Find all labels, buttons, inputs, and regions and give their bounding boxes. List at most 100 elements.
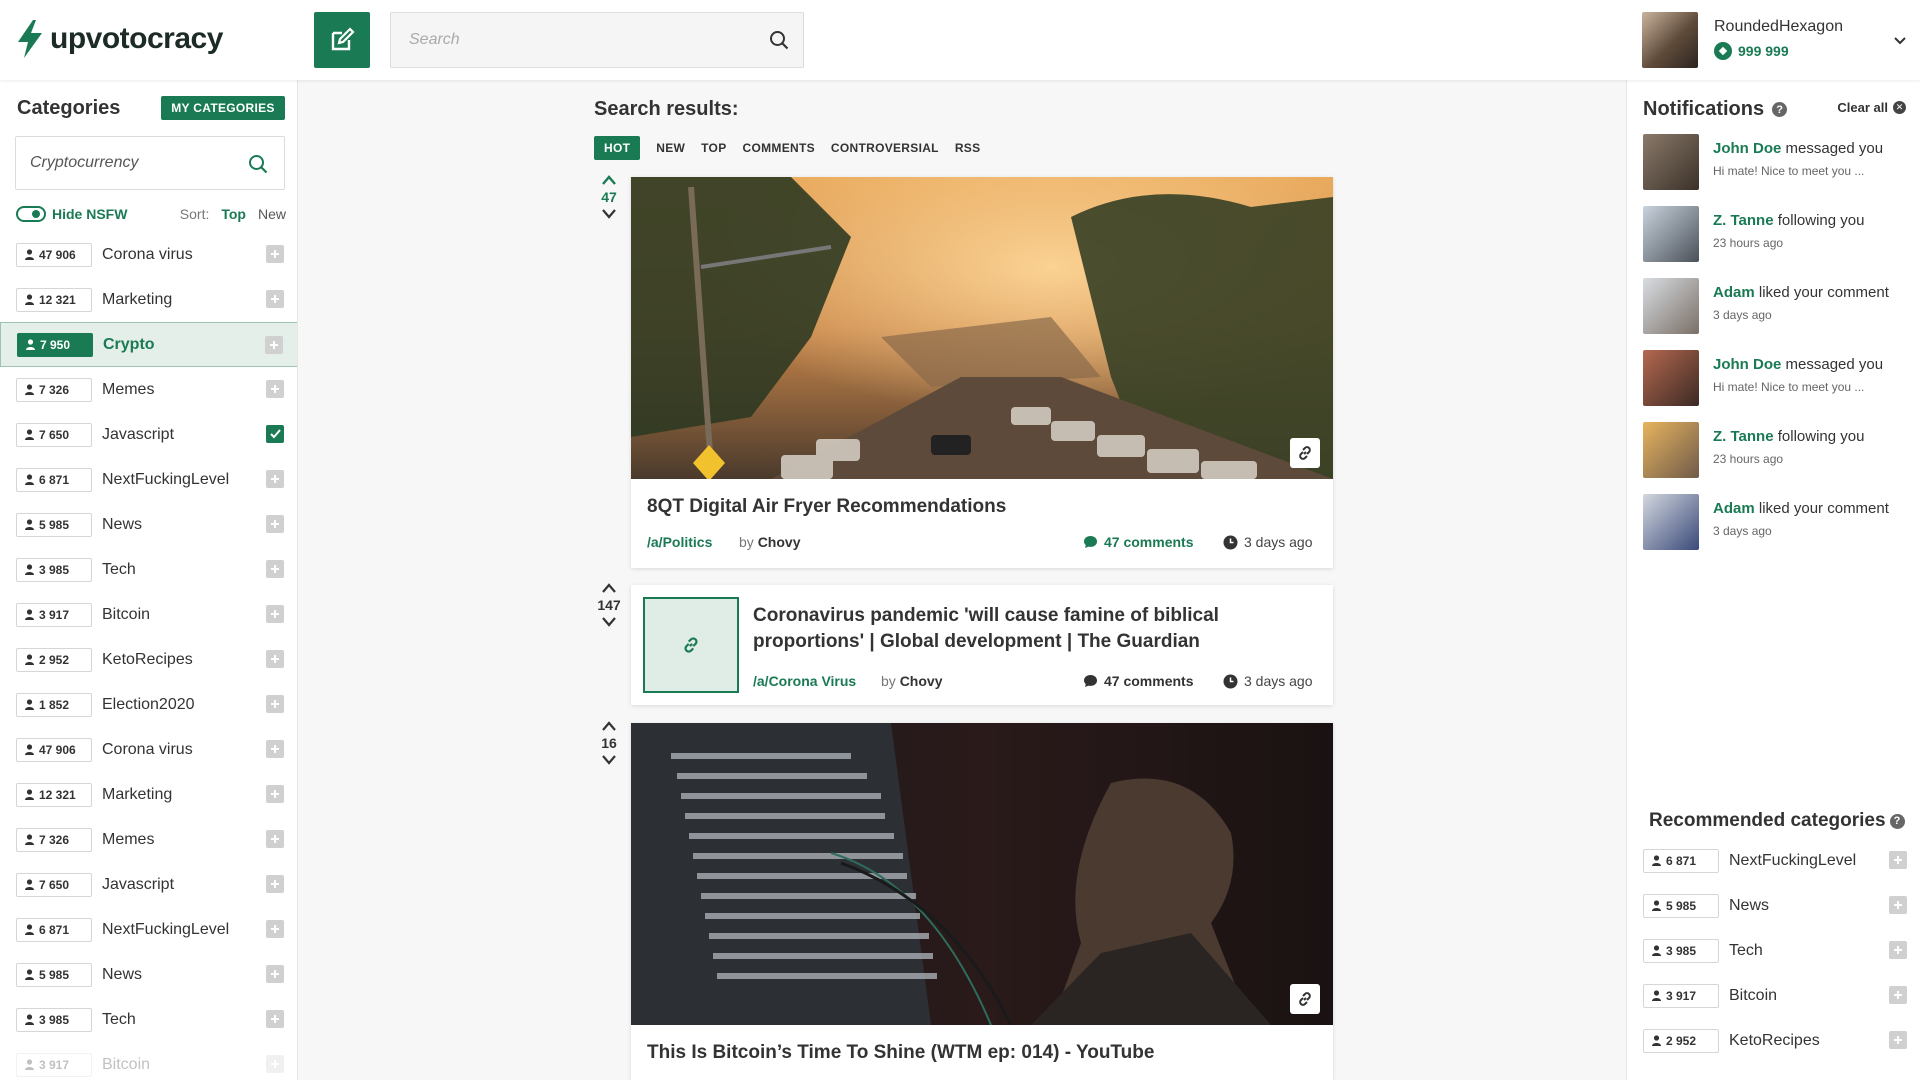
plus-icon[interactable] bbox=[1889, 896, 1907, 914]
tab-rss[interactable]: RSS bbox=[955, 141, 981, 155]
post-card[interactable]: Coronavirus pandemic 'will cause famine … bbox=[631, 585, 1333, 705]
plus-icon[interactable] bbox=[266, 965, 284, 983]
notification-user[interactable]: Z. Tanne bbox=[1713, 212, 1774, 229]
plus-icon[interactable] bbox=[1889, 1031, 1907, 1049]
category-name[interactable]: NextFuckingLevel bbox=[102, 921, 229, 939]
plus-icon[interactable] bbox=[266, 650, 284, 668]
category-name[interactable]: KetoRecipes bbox=[102, 651, 193, 669]
category-item[interactable]: 5 985 News bbox=[0, 502, 297, 547]
category-item[interactable]: 47 906 Corona virus bbox=[0, 232, 297, 277]
plus-icon[interactable] bbox=[266, 920, 284, 938]
tab-hot[interactable]: HOT bbox=[594, 136, 641, 160]
post-card[interactable]: This Is Bitcoin’s Time To Shine (WTM ep:… bbox=[631, 723, 1333, 1080]
category-item[interactable]: 6 871 NextFuckingLevel bbox=[0, 907, 297, 952]
link-thumbnail[interactable] bbox=[643, 597, 739, 693]
downvote-icon[interactable] bbox=[601, 208, 617, 220]
category-item[interactable]: 7 326 Memes bbox=[0, 817, 297, 862]
author-name[interactable]: Chovy bbox=[900, 673, 943, 689]
category-item[interactable]: 47 906 Corona virus bbox=[0, 727, 297, 772]
category-name[interactable]: Marketing bbox=[102, 291, 172, 309]
category-item[interactable]: 7 650 Javascript bbox=[0, 412, 297, 457]
category-name[interactable]: Javascript bbox=[102, 426, 174, 444]
avatar[interactable] bbox=[1643, 134, 1699, 190]
tab-comments[interactable]: COMMENTS bbox=[743, 141, 815, 155]
notification-item[interactable]: Adam liked your comment 3 days ago bbox=[1643, 494, 1913, 552]
category-name[interactable]: Memes bbox=[102, 831, 154, 849]
post-title-line-2[interactable]: proportions' | Global development | The … bbox=[753, 629, 1200, 655]
avatar[interactable] bbox=[1643, 350, 1699, 406]
plus-icon[interactable] bbox=[266, 785, 284, 803]
upvote-icon[interactable] bbox=[601, 720, 617, 732]
category-name[interactable]: NextFuckingLevel bbox=[102, 471, 229, 489]
category-name[interactable]: Corona virus bbox=[102, 246, 193, 264]
category-item[interactable]: 2 952 KetoRecipes bbox=[0, 637, 297, 682]
category-item[interactable]: 3 917 Bitcoin bbox=[0, 592, 297, 637]
category-name[interactable]: Bitcoin bbox=[102, 1056, 150, 1074]
category-search-input[interactable] bbox=[30, 137, 230, 189]
notification-item[interactable]: John Doe messaged you Hi mate! Nice to me… bbox=[1643, 350, 1913, 408]
post-category[interactable]: /a/Corona Virus bbox=[753, 673, 856, 689]
plus-icon[interactable] bbox=[266, 290, 284, 308]
category-item[interactable]: 5 985 News bbox=[0, 952, 297, 997]
user-avatar[interactable] bbox=[1642, 12, 1698, 68]
category-name[interactable]: NextFuckingLevel bbox=[1729, 852, 1856, 870]
upvote-icon[interactable] bbox=[601, 582, 617, 594]
plus-icon[interactable] bbox=[266, 740, 284, 758]
plus-icon[interactable] bbox=[1889, 941, 1907, 959]
notification-item[interactable]: Z. Tanne following you 23 hours ago bbox=[1643, 422, 1913, 480]
post-image[interactable] bbox=[631, 177, 1333, 479]
notification-item[interactable]: Z. Tanne following you 23 hours ago bbox=[1643, 206, 1913, 264]
plus-icon[interactable] bbox=[266, 515, 284, 533]
category-name[interactable]: Election2020 bbox=[102, 696, 195, 714]
category-name[interactable]: Tech bbox=[102, 561, 136, 579]
category-name[interactable]: Marketing bbox=[102, 786, 172, 804]
category-item[interactable]: 7 950 Crypto bbox=[0, 322, 297, 367]
category-item[interactable]: 1 852 Election2020 bbox=[0, 682, 297, 727]
category-item[interactable]: 7 326 Memes bbox=[0, 367, 297, 412]
downvote-icon[interactable] bbox=[601, 754, 617, 766]
new-post-button[interactable] bbox=[314, 12, 370, 68]
notification-user[interactable]: Adam bbox=[1713, 500, 1755, 517]
plus-icon[interactable] bbox=[266, 1010, 284, 1028]
sort-new[interactable]: New bbox=[258, 206, 286, 222]
category-name[interactable]: Memes bbox=[102, 381, 154, 399]
notification-item[interactable]: Adam liked your comment 3 days ago bbox=[1643, 278, 1913, 336]
notification-user[interactable]: John Doe bbox=[1713, 140, 1781, 157]
search-input[interactable] bbox=[409, 13, 749, 67]
avatar[interactable] bbox=[1643, 422, 1699, 478]
link-icon[interactable] bbox=[1290, 984, 1320, 1014]
plus-icon[interactable] bbox=[1889, 851, 1907, 869]
category-name[interactable]: Bitcoin bbox=[102, 606, 150, 624]
category-name[interactable]: News bbox=[102, 516, 142, 534]
recommended-category-item[interactable]: 3 917 Bitcoin bbox=[1627, 973, 1920, 1018]
notification-item[interactable]: John Doe messaged you Hi mate! Nice to me… bbox=[1643, 134, 1913, 192]
post-card[interactable]: 8QT Digital Air Fryer Recommendations /a… bbox=[631, 177, 1333, 568]
hide-nsfw-label[interactable]: Hide NSFW bbox=[52, 206, 127, 222]
category-name[interactable]: Javascript bbox=[102, 876, 174, 894]
category-name[interactable]: Tech bbox=[1729, 942, 1763, 960]
plus-icon[interactable] bbox=[1889, 986, 1907, 1004]
category-item[interactable]: 12 321 Marketing bbox=[0, 277, 297, 322]
help-icon[interactable]: ? bbox=[1889, 813, 1905, 829]
category-name[interactable]: KetoRecipes bbox=[1729, 1032, 1820, 1050]
upvote-icon[interactable] bbox=[601, 174, 617, 186]
user-menu[interactable]: RoundedHexagon 999 999 bbox=[1642, 12, 1912, 68]
notification-user[interactable]: Adam bbox=[1713, 284, 1755, 301]
plus-icon[interactable] bbox=[266, 1055, 284, 1073]
category-item[interactable]: 6 871 NextFuckingLevel bbox=[0, 457, 297, 502]
category-name[interactable]: News bbox=[102, 966, 142, 984]
author-name[interactable]: Chovy bbox=[758, 534, 801, 550]
category-name[interactable]: News bbox=[1729, 897, 1769, 915]
tab-new[interactable]: NEW bbox=[656, 141, 685, 155]
post-title[interactable]: 8QT Digital Air Fryer Recommendations bbox=[647, 494, 1006, 520]
recommended-category-item[interactable]: 6 871 NextFuckingLevel bbox=[1627, 838, 1920, 883]
downvote-icon[interactable] bbox=[601, 616, 617, 628]
chevron-down-icon[interactable] bbox=[1892, 32, 1908, 48]
notification-user[interactable]: Z. Tanne bbox=[1713, 428, 1774, 445]
category-item[interactable]: 12 321 Marketing bbox=[0, 772, 297, 817]
post-title[interactable]: This Is Bitcoin’s Time To Shine (WTM ep:… bbox=[647, 1040, 1154, 1066]
post-comments[interactable]: 47 comments bbox=[1083, 534, 1193, 550]
post-image[interactable] bbox=[631, 723, 1333, 1025]
logo[interactable]: upvotocracy bbox=[16, 20, 223, 58]
category-item[interactable]: 7 650 Javascript bbox=[0, 862, 297, 907]
